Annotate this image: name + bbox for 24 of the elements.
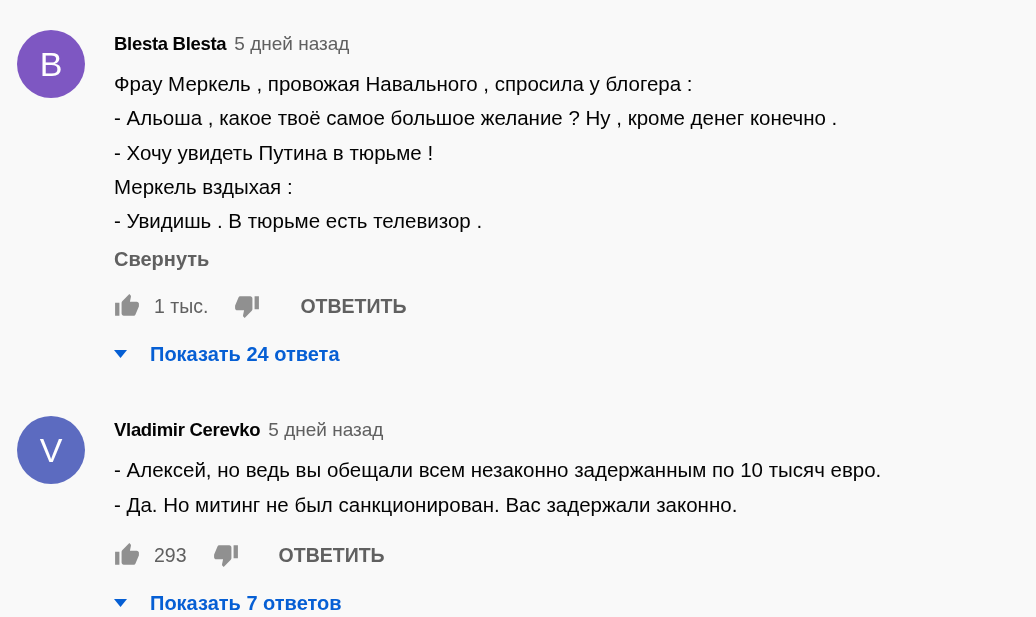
comment-time[interactable]: 5 дней назад: [268, 419, 384, 442]
thumbs-down-icon[interactable]: [234, 293, 261, 320]
comment-text: Меркель вздыхая :: [114, 173, 294, 200]
avatar[interactable]: V: [17, 416, 85, 485]
like-count: 293: [154, 543, 187, 567]
show-replies-button[interactable]: Показать 24 ответа: [114, 336, 340, 373]
reply-button[interactable]: ОТВЕТИТЬ: [278, 543, 385, 567]
comment-text: - Да. Но митинг не был санкционирован. Вас задержали законно.: [114, 491, 739, 518]
show-replies-button[interactable]: Показать 7 ответов: [114, 585, 342, 617]
caret-icon: [114, 350, 127, 359]
author-name[interactable]: Blesta Blesta: [114, 33, 227, 55]
comment-text: - Альоша , какое твоё самое большое желание ? Ну , кроме денег конечно .: [114, 105, 838, 132]
caret-icon: [114, 599, 127, 608]
thumbs-down-icon[interactable]: [212, 542, 239, 569]
comment-text: Фрау Меркель , провожая Навального , спросила у блогера :: [114, 71, 694, 97]
comment-text: - Увидишь . В тюрьме есть телевизор .: [114, 208, 484, 235]
like-count: 1 тыс.: [154, 295, 209, 318]
collapse-link[interactable]: Свернуть: [114, 242, 210, 277]
comment-text: - Хочу увидеть Путина в тюрьме !: [114, 139, 435, 166]
author-name[interactable]: Vladimir Cerevko: [114, 419, 261, 442]
comment-time[interactable]: 5 дней назад: [234, 33, 350, 55]
reply-button[interactable]: ОТВЕТИТЬ: [300, 295, 407, 318]
comment-text: - Алексей, но ведь вы обещали всем незаконно задержанным по 10 тысяч евро.: [114, 457, 882, 484]
avatar[interactable]: B: [17, 30, 85, 98]
